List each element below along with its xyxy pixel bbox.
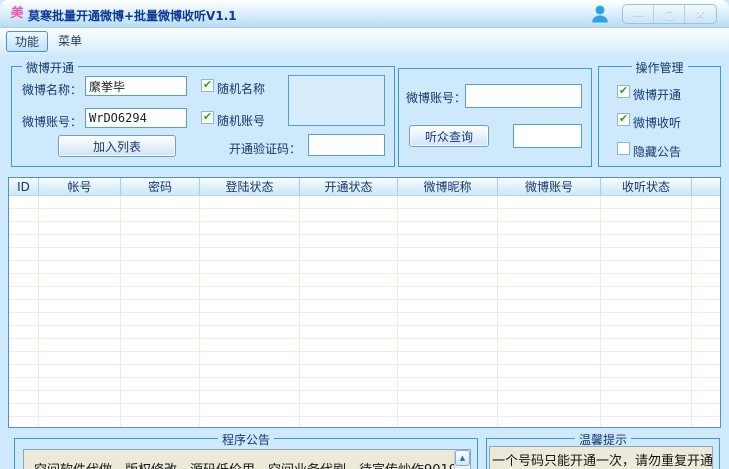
body-col bbox=[9, 196, 39, 427]
announcement-textarea[interactable]: 空间软件代做，版权修改，源码低价甩，空间业务代刷，待宣传炒作90199 ▲ bbox=[23, 449, 471, 469]
check-icon: ✔ bbox=[618, 84, 629, 97]
hide-announcement-checkbox[interactable]: ✔ bbox=[617, 142, 630, 155]
query-account-input[interactable] bbox=[465, 84, 582, 108]
weibo-account-label: 微博账号： bbox=[22, 115, 83, 129]
random-name-label: 随机名称 bbox=[217, 82, 266, 96]
group-program-announcement-title: 程序公告 bbox=[217, 431, 275, 448]
tip-text: 一个号码只能开通一次，请勿重复开通 bbox=[492, 454, 713, 469]
tab-menu[interactable]: 菜单 bbox=[50, 31, 90, 52]
column-header-activate-status[interactable]: 开通状态 bbox=[300, 178, 398, 195]
column-header-login-status[interactable]: 登陆状态 bbox=[200, 178, 300, 195]
group-operation-manage-title: 操作管理 bbox=[631, 59, 688, 76]
app-icon: 美 bbox=[9, 6, 25, 21]
column-header-listen-status[interactable]: 收听状态 bbox=[601, 178, 692, 195]
hide-announcement-option-label: 隐藏公告 bbox=[633, 145, 682, 159]
app-window: 美 莫寒批量开通微博+批量微博收听V1.1 — ▢ ✕ 功能 菜单 微博开通 微… bbox=[0, 0, 729, 469]
body-col bbox=[300, 196, 398, 427]
body-col bbox=[39, 196, 121, 427]
add-to-list-button[interactable]: 加入列表 bbox=[58, 135, 176, 157]
weibo-activate-option-label: 微博开通 bbox=[633, 88, 682, 102]
close-icon: ✕ bbox=[695, 7, 706, 21]
body-col bbox=[601, 196, 692, 427]
minimize-button[interactable]: — bbox=[623, 5, 654, 23]
listener-query-button[interactable]: 听众查询 bbox=[409, 125, 489, 147]
query-account-label: 微博账号： bbox=[406, 91, 467, 105]
tip-text-box: 一个号码只能开通一次，请勿重复开通 bbox=[489, 446, 713, 469]
announcement-text: 空间软件代做，版权修改，源码低价甩，空间业务代刷，待宣传炒作90199 bbox=[34, 459, 465, 469]
column-header-account[interactable]: 帐号 bbox=[39, 178, 121, 195]
table-body[interactable] bbox=[9, 196, 720, 427]
check-icon: ✔ bbox=[202, 78, 213, 91]
captcha-input[interactable] bbox=[308, 134, 385, 156]
group-listener-query: 微博账号： 听众查询 bbox=[398, 68, 592, 167]
maximize-icon: ▢ bbox=[663, 7, 675, 21]
maximize-button[interactable]: ▢ bbox=[654, 5, 685, 23]
query-result-input[interactable] bbox=[513, 124, 582, 148]
announcement-scrollbar[interactable]: ▲ bbox=[454, 450, 470, 469]
weibo-name-label: 微博名称： bbox=[22, 83, 83, 97]
user-icon[interactable] bbox=[590, 4, 610, 24]
scroll-up-icon: ▲ bbox=[459, 454, 466, 462]
captcha-label: 开通验证码： bbox=[229, 142, 302, 156]
random-account-checkbox[interactable]: ✔ bbox=[201, 111, 214, 124]
body-col bbox=[692, 196, 720, 427]
column-header-weibo-account[interactable]: 微博账号 bbox=[498, 178, 601, 195]
group-weibo-activate: 微博开通 微博名称： ✔ 随机名称 微博账号： ✔ 随机账号 加入列表 开通验证… bbox=[11, 59, 395, 167]
random-account-label: 随机账号 bbox=[217, 114, 266, 128]
scroll-up-button[interactable]: ▲ bbox=[455, 450, 470, 466]
captcha-image-box bbox=[288, 75, 385, 126]
group-operation-manage: 操作管理 ✔ 微博开通 ✔ 微博收听 ✔ 隐藏公告 bbox=[598, 59, 721, 167]
column-header-id[interactable]: ID bbox=[9, 178, 39, 195]
group-program-announcement: 程序公告 空间软件代做，版权修改，源码低价甩，空间业务代刷，待宣传炒作90199… bbox=[14, 431, 478, 469]
window-controls: — ▢ ✕ bbox=[622, 4, 717, 24]
group-warm-tip: 温馨提示 一个号码只能开通一次，请勿重复开通 bbox=[486, 431, 720, 469]
body-col bbox=[398, 196, 498, 427]
weibo-listen-checkbox[interactable]: ✔ bbox=[617, 113, 630, 126]
check-icon: ✔ bbox=[618, 112, 629, 125]
column-header-nickname[interactable]: 微博昵称 bbox=[398, 178, 498, 195]
close-button[interactable]: ✕ bbox=[685, 5, 716, 23]
weibo-name-input[interactable] bbox=[85, 76, 187, 96]
check-icon: ✔ bbox=[202, 110, 213, 123]
title-bar[interactable]: 美 莫寒批量开通微博+批量微博收听V1.1 — ▢ ✕ bbox=[0, 0, 729, 28]
account-table: ID 帐号 密码 登陆状态 开通状态 微博昵称 微博账号 收听状态 bbox=[8, 177, 721, 428]
window-title: 莫寒批量开通微博+批量微博收听V1.1 bbox=[28, 9, 237, 23]
table-body-columns bbox=[9, 196, 720, 427]
column-header-password[interactable]: 密码 bbox=[121, 178, 200, 195]
weibo-activate-checkbox[interactable]: ✔ bbox=[617, 85, 630, 98]
body-col bbox=[121, 196, 200, 427]
table-header: ID 帐号 密码 登陆状态 开通状态 微博昵称 微博账号 收听状态 bbox=[9, 178, 720, 196]
weibo-account-input[interactable] bbox=[85, 108, 187, 128]
tab-functions[interactable]: 功能 bbox=[6, 31, 49, 52]
weibo-listen-option-label: 微博收听 bbox=[633, 116, 682, 130]
group-weibo-activate-title: 微博开通 bbox=[22, 59, 79, 76]
random-name-checkbox[interactable]: ✔ bbox=[201, 79, 214, 92]
tab-bar: 功能 菜单 bbox=[0, 28, 729, 55]
body-col bbox=[200, 196, 300, 427]
column-header-filler bbox=[692, 178, 720, 195]
minimize-icon: — bbox=[632, 7, 644, 21]
body-col bbox=[498, 196, 601, 427]
